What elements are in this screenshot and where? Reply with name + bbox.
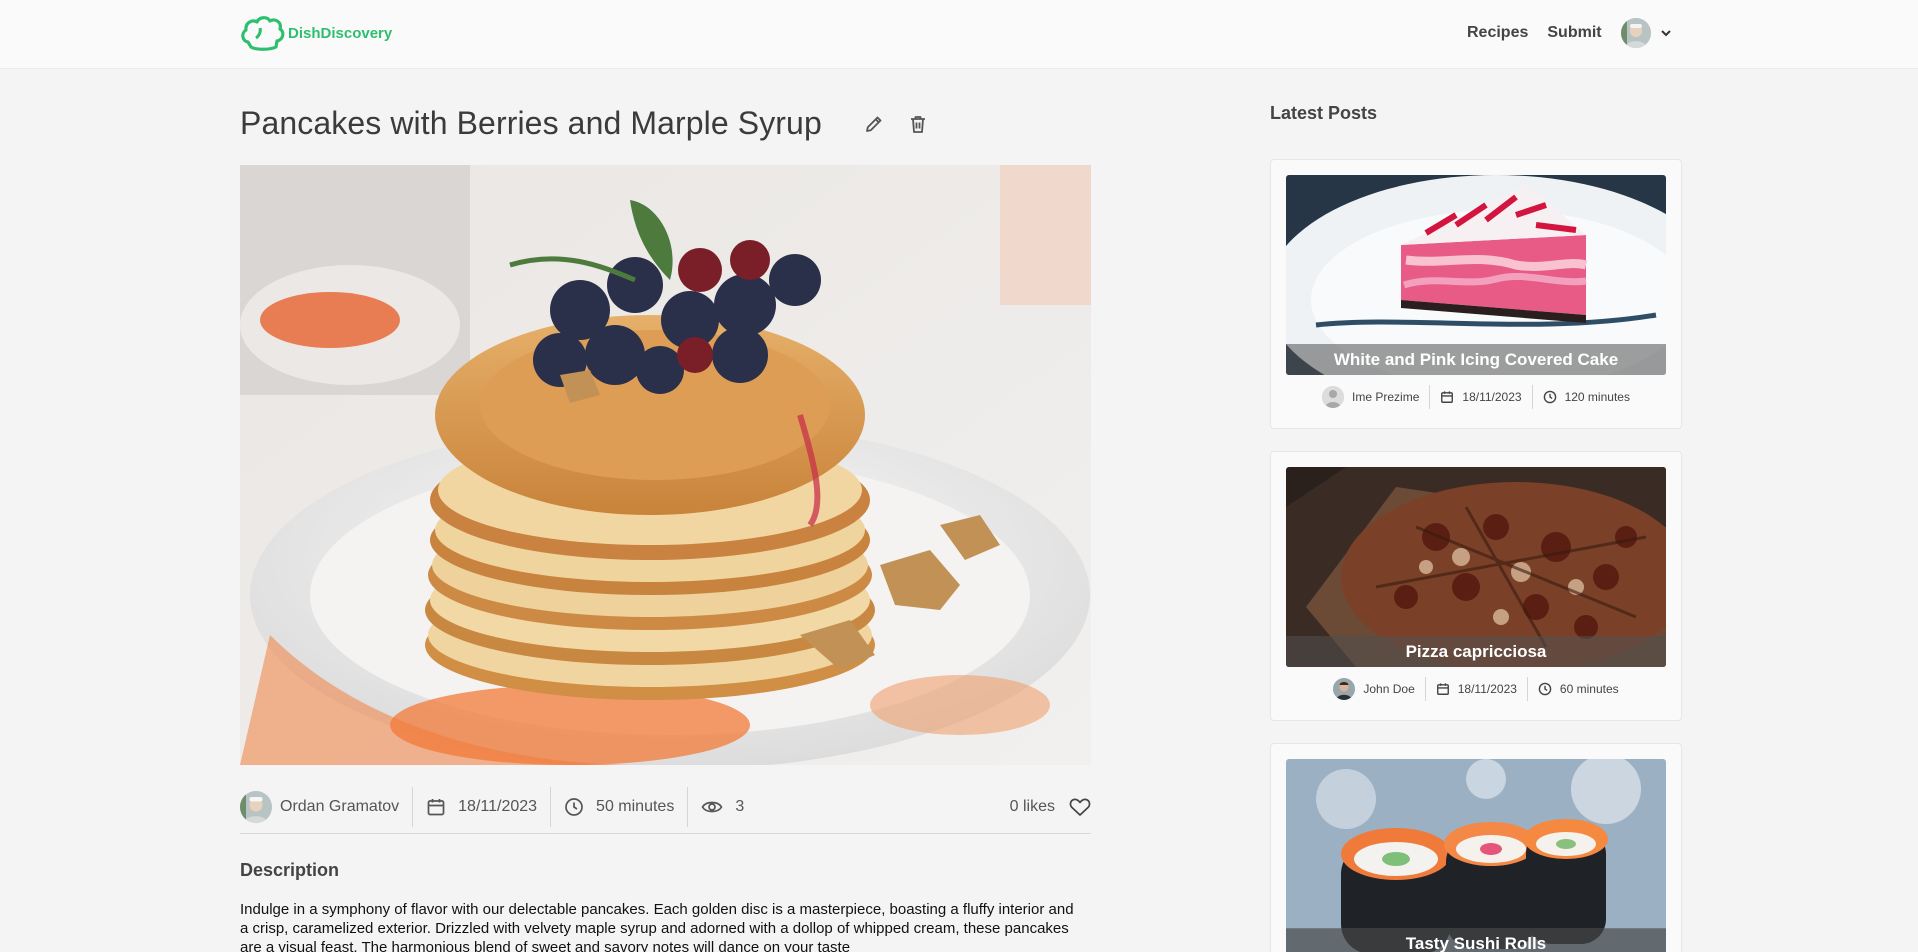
latest-post-author: John Doe <box>1323 677 1426 701</box>
post-duration-text: 50 minutes <box>596 797 675 815</box>
likes-count: 0 likes <box>1009 797 1055 815</box>
eye-icon <box>701 801 723 812</box>
latest-post-title: Pizza capricciosa <box>1286 636 1666 667</box>
chevron-down-icon <box>1660 30 1671 37</box>
latest-post-image: Tasty Sushi Rolls <box>1286 759 1666 952</box>
latest-post-date: 18/11/2023 <box>1430 385 1533 409</box>
logo-link[interactable]: DishDiscovery <box>240 14 392 52</box>
latest-post-image: White and Pink Icing Covered Cake <box>1286 175 1666 375</box>
post-duration: 50 minutes <box>551 786 689 827</box>
edit-button[interactable] <box>860 110 888 138</box>
latest-post-meta: Ime Prezime 18/11/2023 120 minutes <box>1271 385 1681 409</box>
nav-submit-link[interactable]: Submit <box>1547 24 1601 42</box>
post-author[interactable]: Ordan Gramatov <box>240 786 414 827</box>
main-nav: Recipes Submit <box>1467 17 1673 49</box>
clock-icon <box>565 797 583 816</box>
latest-post-duration-text: 60 minutes <box>1559 682 1619 696</box>
latest-post-duration-text: 120 minutes <box>1564 390 1630 404</box>
author-avatar <box>240 790 272 823</box>
calendar-icon <box>1436 683 1449 695</box>
user-menu-button[interactable] <box>1620 18 1673 48</box>
nav-recipes-link[interactable]: Recipes <box>1467 24 1528 42</box>
latest-post-image: Pizza capricciosa <box>1286 467 1666 667</box>
author-avatar <box>1333 678 1356 700</box>
latest-post-duration: 60 minutes <box>1528 677 1629 701</box>
user-avatar <box>1620 18 1651 48</box>
post-likes: 0 likes <box>1010 797 1091 817</box>
trash-icon <box>910 115 925 133</box>
latest-post-card[interactable]: Pizza capricciosa John Doe 18/11/2023 60… <box>1270 451 1682 721</box>
post-date-text: 18/11/2023 <box>458 797 538 815</box>
post-title: Pancakes with Berries and Marple Syrup <box>240 105 822 141</box>
like-button[interactable] <box>1069 797 1091 817</box>
latest-post-duration: 120 minutes <box>1533 385 1640 409</box>
post-views-count: 3 <box>735 797 745 815</box>
clock-icon <box>1543 390 1556 404</box>
latest-post-author-name: John Doe <box>1363 682 1415 696</box>
heart-icon <box>1069 798 1091 816</box>
latest-post-author-name: Ime Prezime <box>1352 390 1420 404</box>
latest-post-author: Ime Prezime <box>1312 385 1431 409</box>
clock-icon <box>1538 682 1552 696</box>
description-heading: Description <box>240 860 340 880</box>
latest-post-date: 18/11/2023 <box>1426 677 1528 701</box>
post-date: 18/11/2023 <box>413 786 552 827</box>
latest-post-meta: John Doe 18/11/2023 60 minutes <box>1271 677 1681 701</box>
latest-posts-heading: Latest Posts <box>1270 103 1378 123</box>
author-avatar <box>1322 386 1345 408</box>
latest-post-title: White and Pink Icing Covered Cake <box>1286 344 1666 375</box>
author-name: Ordan Gramatov <box>280 797 400 815</box>
latest-post-card[interactable]: Tasty Sushi Rolls <box>1270 743 1682 952</box>
latest-post-card[interactable]: White and Pink Icing Covered Cake Ime Pr… <box>1270 159 1682 429</box>
calendar-icon <box>1441 391 1454 403</box>
calendar-icon <box>427 798 445 815</box>
logo-text: DishDiscovery <box>288 24 393 42</box>
pencil-icon <box>865 116 882 132</box>
latest-post-date-text: 18/11/2023 <box>1457 682 1517 696</box>
latest-post-date-text: 18/11/2023 <box>1462 390 1522 404</box>
description-text: Indulge in a symphony of flavor with our… <box>240 901 1074 952</box>
chef-hat-logo-icon <box>241 16 285 51</box>
post-views: 3 <box>688 787 757 827</box>
top-navbar: DishDiscovery Recipes Submit <box>0 0 1918 69</box>
post-meta-bar: Ordan Gramatov 18/11/2023 50 minutes 3 0… <box>240 780 1091 834</box>
latest-post-title: Tasty Sushi Rolls <box>1286 928 1666 952</box>
delete-button[interactable] <box>904 110 932 138</box>
post-title-row: Pancakes with Berries and Marple Syrup <box>240 105 932 142</box>
recipe-image <box>240 165 1091 765</box>
